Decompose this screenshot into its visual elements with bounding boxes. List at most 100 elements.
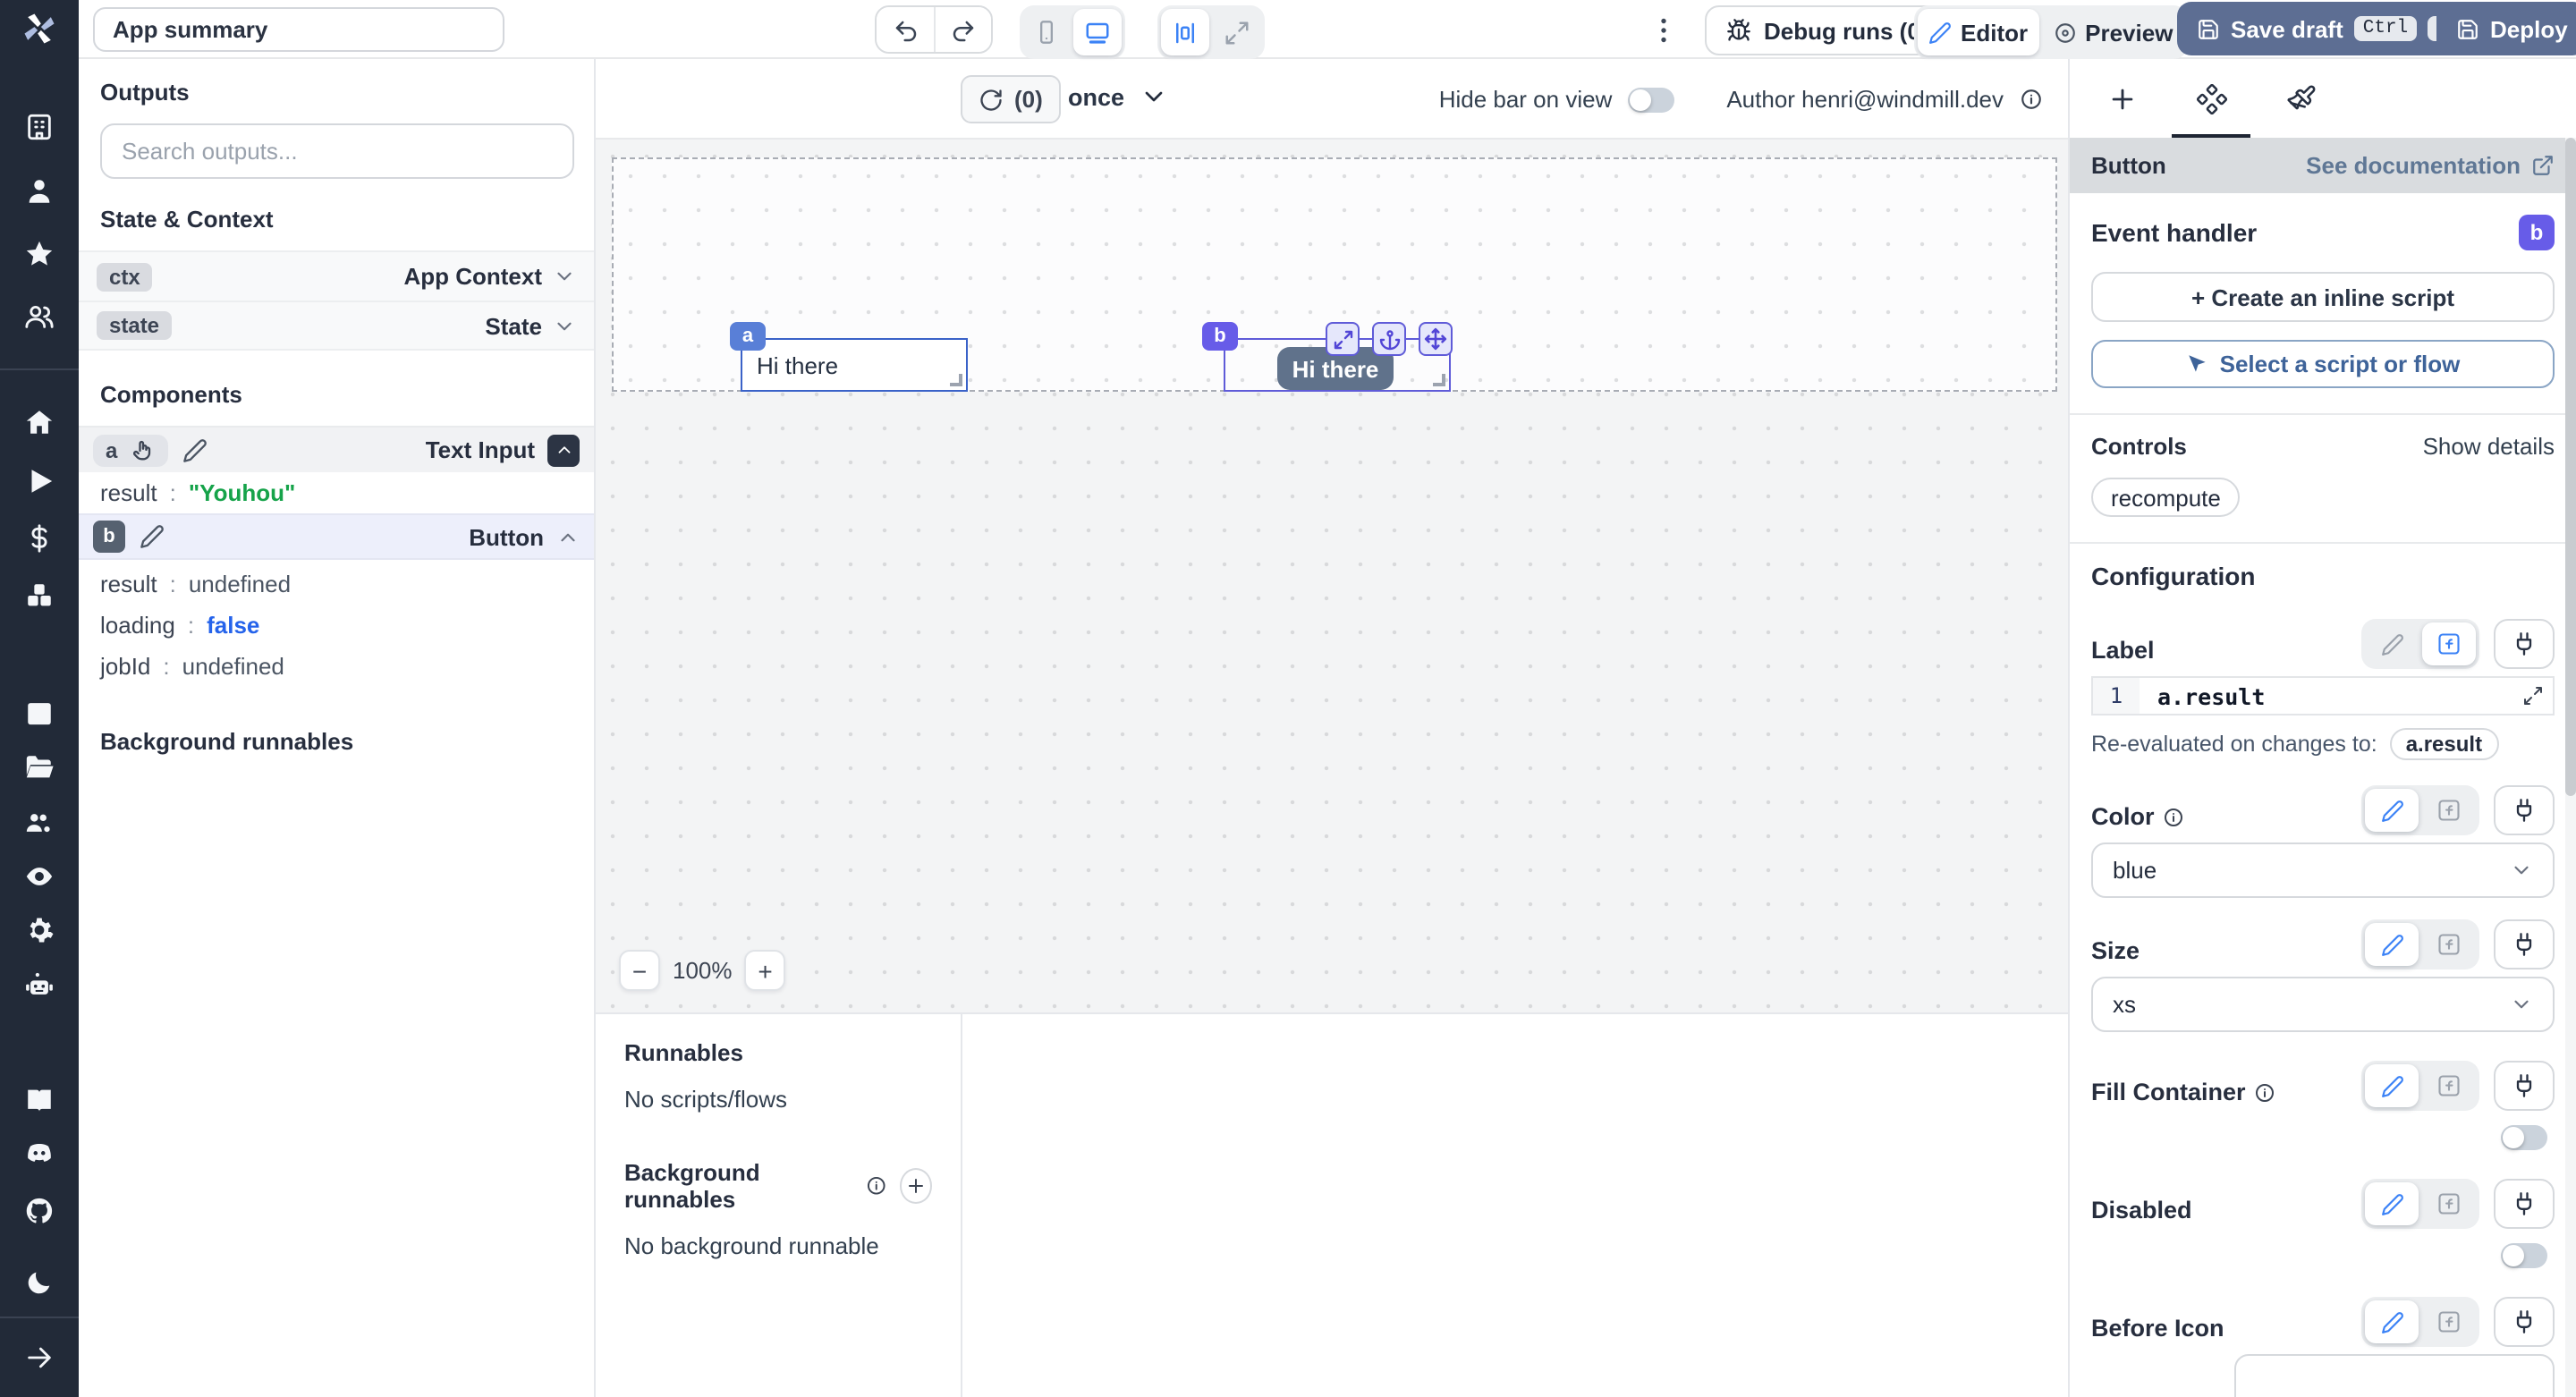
collapse-arrow-right-icon[interactable] <box>24 1342 55 1373</box>
mobile-view-button[interactable] <box>1023 9 1070 55</box>
add-background-runnable-button[interactable] <box>899 1168 932 1204</box>
anchor-component-icon[interactable] <box>1372 322 1406 356</box>
more-options-kebab-icon[interactable] <box>1648 14 1680 47</box>
refresh-button[interactable]: (0) <box>961 75 1061 123</box>
resize-handle[interactable] <box>950 374 962 386</box>
resources-boxes-icon[interactable] <box>24 580 55 611</box>
preview-tab[interactable]: Preview <box>2042 9 2183 55</box>
eval-function-icon[interactable] <box>2422 1182 2476 1225</box>
dark-mode-moon-icon[interactable] <box>24 1267 55 1298</box>
static-pencil-icon[interactable] <box>2365 789 2419 832</box>
edit-id-pencil-icon[interactable] <box>182 437 207 462</box>
collapse-chevron-up-icon[interactable] <box>556 525 580 548</box>
zoom-out-button[interactable]: − <box>619 950 660 991</box>
before-icon-input[interactable] <box>2234 1354 2555 1397</box>
output-row-ctx[interactable]: ctx App Context <box>79 250 594 301</box>
hide-bar-toggle[interactable] <box>1628 87 1675 112</box>
search-outputs-input[interactable] <box>100 123 574 179</box>
component-row-a[interactable]: a Text Input <box>79 426 594 472</box>
connect-plug-icon[interactable] <box>2494 1297 2555 1347</box>
create-inline-script-button[interactable]: + Create an inline script <box>2091 272 2555 322</box>
fill-container-toggle[interactable] <box>2501 1125 2547 1150</box>
refresh-policy-dropdown[interactable]: once <box>1068 82 1167 111</box>
redo-button[interactable] <box>934 7 991 52</box>
connect-plug-icon[interactable] <box>2494 1179 2555 1229</box>
static-pencil-icon[interactable] <box>2365 1064 2419 1107</box>
undo-button[interactable] <box>877 7 934 52</box>
expand-component-icon[interactable] <box>1326 322 1360 356</box>
edit-id-pencil-icon[interactable] <box>140 524 165 549</box>
color-select[interactable]: blue <box>2091 842 2555 898</box>
settings-scrollbar-thumb[interactable] <box>2565 138 2576 796</box>
ai-robot-icon[interactable] <box>24 970 55 1001</box>
disabled-toggle[interactable] <box>2501 1243 2547 1268</box>
groups-users-cog-icon[interactable] <box>24 808 55 838</box>
deploy-button[interactable]: Deploy <box>2436 2 2576 55</box>
component-a-id-chip[interactable]: a <box>93 434 168 466</box>
recompute-control-pill[interactable]: recompute <box>2091 478 2241 517</box>
label-code-editor[interactable]: 1 a.result <box>2091 676 2555 715</box>
github-icon[interactable] <box>24 1196 55 1226</box>
users-icon[interactable] <box>24 301 55 332</box>
centered-layout-button[interactable] <box>1161 9 1209 55</box>
canvas-component-b-tag[interactable]: b <box>1202 322 1238 351</box>
audit-eye-icon[interactable] <box>24 861 55 892</box>
zoom-in-button[interactable]: + <box>744 950 786 991</box>
discord-icon[interactable] <box>24 1139 55 1169</box>
show-details-link[interactable]: Show details <box>2423 433 2555 460</box>
connect-plug-icon[interactable] <box>2494 785 2555 835</box>
fullwidth-layout-button[interactable] <box>1213 9 1261 55</box>
static-pencil-icon[interactable] <box>2365 923 2419 966</box>
desktop-view-button[interactable] <box>1073 9 1122 55</box>
app-summary-input[interactable] <box>93 7 504 52</box>
eval-function-icon[interactable] <box>2422 1300 2476 1343</box>
schedules-calendar-icon[interactable] <box>24 697 55 727</box>
app-canvas[interactable]: a Hi there b Hi there − 100% + <box>596 140 2068 1012</box>
windmill-logo-icon[interactable] <box>20 9 59 48</box>
tab-component-settings[interactable] <box>2166 59 2256 138</box>
output-row-state[interactable]: state State <box>79 301 594 351</box>
connect-plug-icon[interactable] <box>2494 1061 2555 1111</box>
tab-insert-component[interactable] <box>2077 59 2166 138</box>
select-script-or-flow-button[interactable]: Select a script or flow <box>2091 340 2555 388</box>
app-page-grid[interactable]: a Hi there b Hi there <box>612 157 2057 392</box>
save-draft-button[interactable]: Save draft Ctrl S <box>2177 2 2477 55</box>
static-pencil-icon[interactable] <box>2365 1300 2419 1343</box>
resize-handle[interactable] <box>1433 374 1445 386</box>
connect-plug-icon[interactable] <box>2494 919 2555 969</box>
label-code-value[interactable]: a.result <box>2140 682 2513 709</box>
expand-editor-icon[interactable] <box>2513 685 2553 707</box>
star-icon[interactable] <box>24 239 55 269</box>
debug-runs-button[interactable]: Debug runs (0) <box>1705 5 1950 55</box>
eval-function-icon[interactable] <box>2422 1064 2476 1107</box>
folders-icon[interactable] <box>24 752 55 783</box>
info-icon[interactable] <box>2164 806 2185 827</box>
see-documentation-link[interactable]: See documentation <box>2306 152 2555 179</box>
size-select[interactable]: xs <box>2091 977 2555 1032</box>
settings-gear-icon[interactable] <box>24 915 55 945</box>
static-pencil-icon[interactable] <box>2365 622 2419 665</box>
eval-function-icon[interactable] <box>2422 622 2476 665</box>
chevron-down-icon[interactable] <box>553 314 576 337</box>
user-icon[interactable] <box>24 176 55 207</box>
connect-plug-icon[interactable] <box>2494 619 2555 669</box>
component-row-b[interactable]: b Button <box>79 513 594 560</box>
eval-function-icon[interactable] <box>2422 923 2476 966</box>
runs-play-icon[interactable] <box>24 466 55 496</box>
variables-dollar-icon[interactable] <box>24 523 55 554</box>
chevron-down-icon[interactable] <box>553 265 576 288</box>
workspace-building-icon[interactable] <box>24 112 55 142</box>
move-component-icon[interactable] <box>1419 322 1453 356</box>
editor-tab[interactable]: Editor <box>1918 9 2039 55</box>
tab-styling[interactable] <box>2256 59 2345 138</box>
canvas-text-input-a[interactable]: Hi there <box>741 338 968 392</box>
info-icon[interactable] <box>2020 88 2043 111</box>
canvas-component-a-tag[interactable]: a <box>730 322 766 351</box>
info-icon[interactable] <box>2255 1081 2276 1103</box>
home-icon[interactable] <box>24 407 55 437</box>
info-icon[interactable] <box>866 1174 887 1198</box>
docs-book-icon[interactable] <box>24 1085 55 1115</box>
collapse-chevron-up-icon[interactable] <box>547 434 580 466</box>
eval-function-icon[interactable] <box>2422 789 2476 832</box>
reeval-dependency-pill[interactable]: a.result <box>2389 728 2499 760</box>
